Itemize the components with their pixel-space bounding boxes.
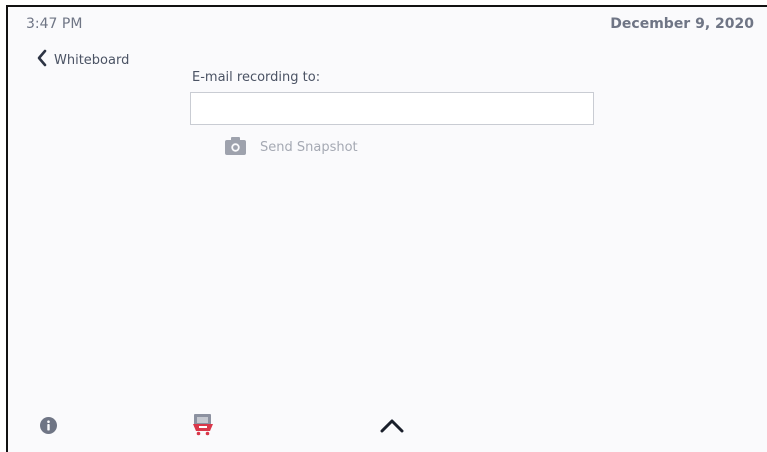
chevron-left-icon (36, 49, 48, 71)
send-snapshot-button[interactable]: Send Snapshot (225, 136, 358, 159)
cart-button[interactable] (191, 412, 215, 436)
status-time: 3:47 PM (26, 16, 83, 32)
expand-up-button[interactable] (378, 416, 406, 434)
back-button[interactable]: Whiteboard (36, 49, 129, 71)
info-icon (40, 417, 57, 438)
email-field[interactable] (190, 92, 594, 125)
back-button-label: Whiteboard (54, 52, 130, 68)
email-field-label: E-mail recording to: (192, 70, 321, 85)
cart-icon (191, 414, 215, 440)
status-date: December 9, 2020 (610, 16, 754, 32)
info-button[interactable] (40, 417, 57, 434)
send-snapshot-label: Send Snapshot (260, 140, 358, 155)
screen-frame (6, 5, 767, 452)
camera-icon (225, 136, 246, 159)
chevron-up-icon (378, 419, 406, 438)
